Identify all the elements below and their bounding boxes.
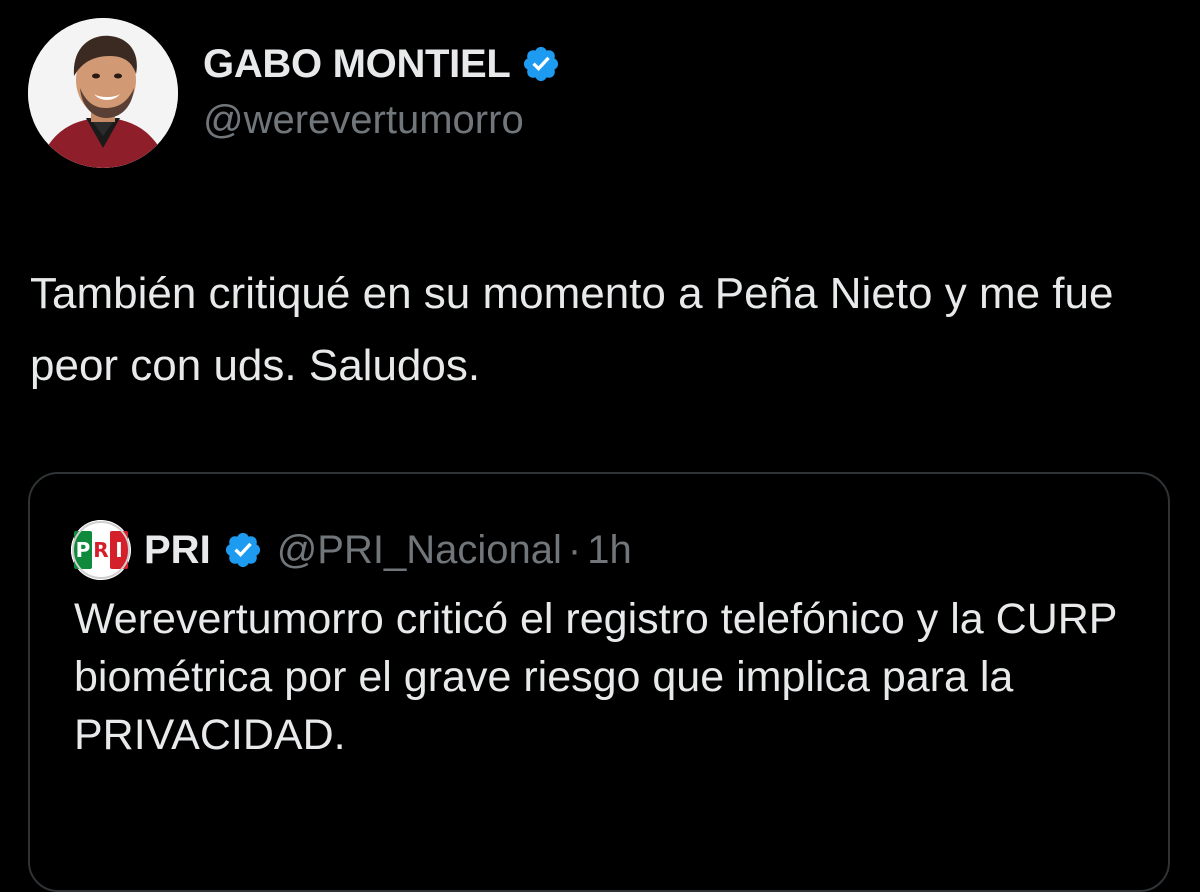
tweet-header: GABO MONTIEL @werevertumorro <box>28 18 1168 168</box>
author-name-row: GABO MONTIEL <box>203 38 561 90</box>
verified-badge-icon[interactable] <box>521 44 561 84</box>
quoted-tweet-card[interactable]: P R I PRI @PRI_Nacional · 1h Werevertumo… <box>28 472 1170 892</box>
pri-party-logo-icon[interactable]: P R I <box>70 519 132 581</box>
tweet-text: También critiqué en su momento a Peña Ni… <box>30 269 1114 390</box>
author-display-name[interactable]: GABO MONTIEL <box>203 42 511 87</box>
quoted-tweet-header: P R I PRI @PRI_Nacional · 1h <box>70 520 632 580</box>
svg-text:R: R <box>93 538 108 562</box>
quoted-timestamp[interactable]: 1h <box>587 528 632 573</box>
quoted-verified-badge-icon[interactable] <box>223 530 263 570</box>
svg-text:P: P <box>76 538 91 562</box>
quoted-separator: · <box>567 527 582 572</box>
quoted-tweet-text: Werevertumorro criticó el registro telef… <box>74 595 1117 759</box>
author-handle[interactable]: @werevertumorro <box>203 98 561 143</box>
author-info: GABO MONTIEL @werevertumorro <box>203 38 561 143</box>
quoted-author-display-name[interactable]: PRI <box>144 528 211 573</box>
quoted-author-handle[interactable]: @PRI_Nacional <box>277 528 562 573</box>
user-avatar-photo-icon <box>28 18 178 168</box>
author-avatar[interactable] <box>28 18 178 168</box>
svg-text:I: I <box>115 538 122 562</box>
